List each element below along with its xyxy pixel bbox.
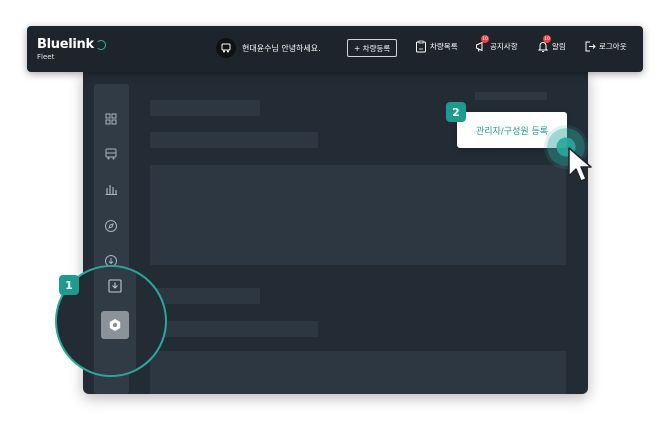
skeleton-top-right — [475, 92, 547, 100]
bar-chart-icon[interactable] — [104, 181, 118, 195]
skeleton-block-2 — [150, 351, 566, 394]
compass-icon[interactable] — [104, 218, 118, 232]
brand-logo[interactable]: Bluelink Fleet — [37, 37, 106, 61]
greeting-text: 현대윤수님 안녕하세요. — [242, 43, 321, 53]
brand-ring-icon — [95, 39, 106, 50]
nav-logout-label: 로그아웃 — [599, 42, 627, 51]
top-header: Bluelink Fleet 현대윤수님 안녕하세요. + 차량등록 차량목록 … — [27, 26, 643, 72]
brand-name: Bluelink — [37, 37, 94, 52]
alarm-badge: 10 — [543, 35, 551, 43]
bus-icon[interactable] — [104, 146, 118, 160]
nav-logout[interactable]: 로그아웃 — [584, 40, 627, 53]
nav-alarm-label: 알림 — [552, 42, 566, 51]
settings-menu-button[interactable] — [101, 311, 129, 339]
user-greeting: 현대윤수님 안녕하세요. — [216, 38, 321, 58]
nav-notice-label: 공지사항 — [490, 42, 518, 51]
nav-notice[interactable]: 10 공지사항 — [475, 35, 518, 53]
user-avatar-icon[interactable] — [216, 38, 236, 58]
nav-vehicle-list[interactable]: 차량목록 — [415, 40, 458, 53]
step-badge-1: 1 — [59, 275, 79, 295]
nav-alarm[interactable]: 10 알림 — [537, 35, 566, 53]
register-vehicle-button[interactable]: + 차량등록 — [347, 39, 398, 57]
clipboard-icon — [416, 40, 426, 53]
cursor-arrow-icon — [568, 147, 592, 182]
step-badge-2: 2 — [446, 102, 466, 122]
skeleton-block — [150, 165, 566, 265]
skeleton-title-2 — [150, 288, 260, 304]
dashboard-grid-icon[interactable] — [104, 111, 118, 125]
skeleton-subtitle — [150, 132, 318, 148]
skeleton-subtitle-2 — [150, 321, 318, 337]
download-box-icon[interactable] — [106, 277, 124, 295]
brand-sub: Fleet — [37, 53, 55, 61]
logout-icon — [585, 41, 596, 52]
skeleton-title — [150, 100, 260, 116]
zoom-sidebar — [94, 267, 136, 375]
settings-icon — [109, 319, 121, 331]
notice-badge: 10 — [481, 35, 489, 43]
nav-vehicle-list-label: 차량목록 — [430, 42, 458, 51]
